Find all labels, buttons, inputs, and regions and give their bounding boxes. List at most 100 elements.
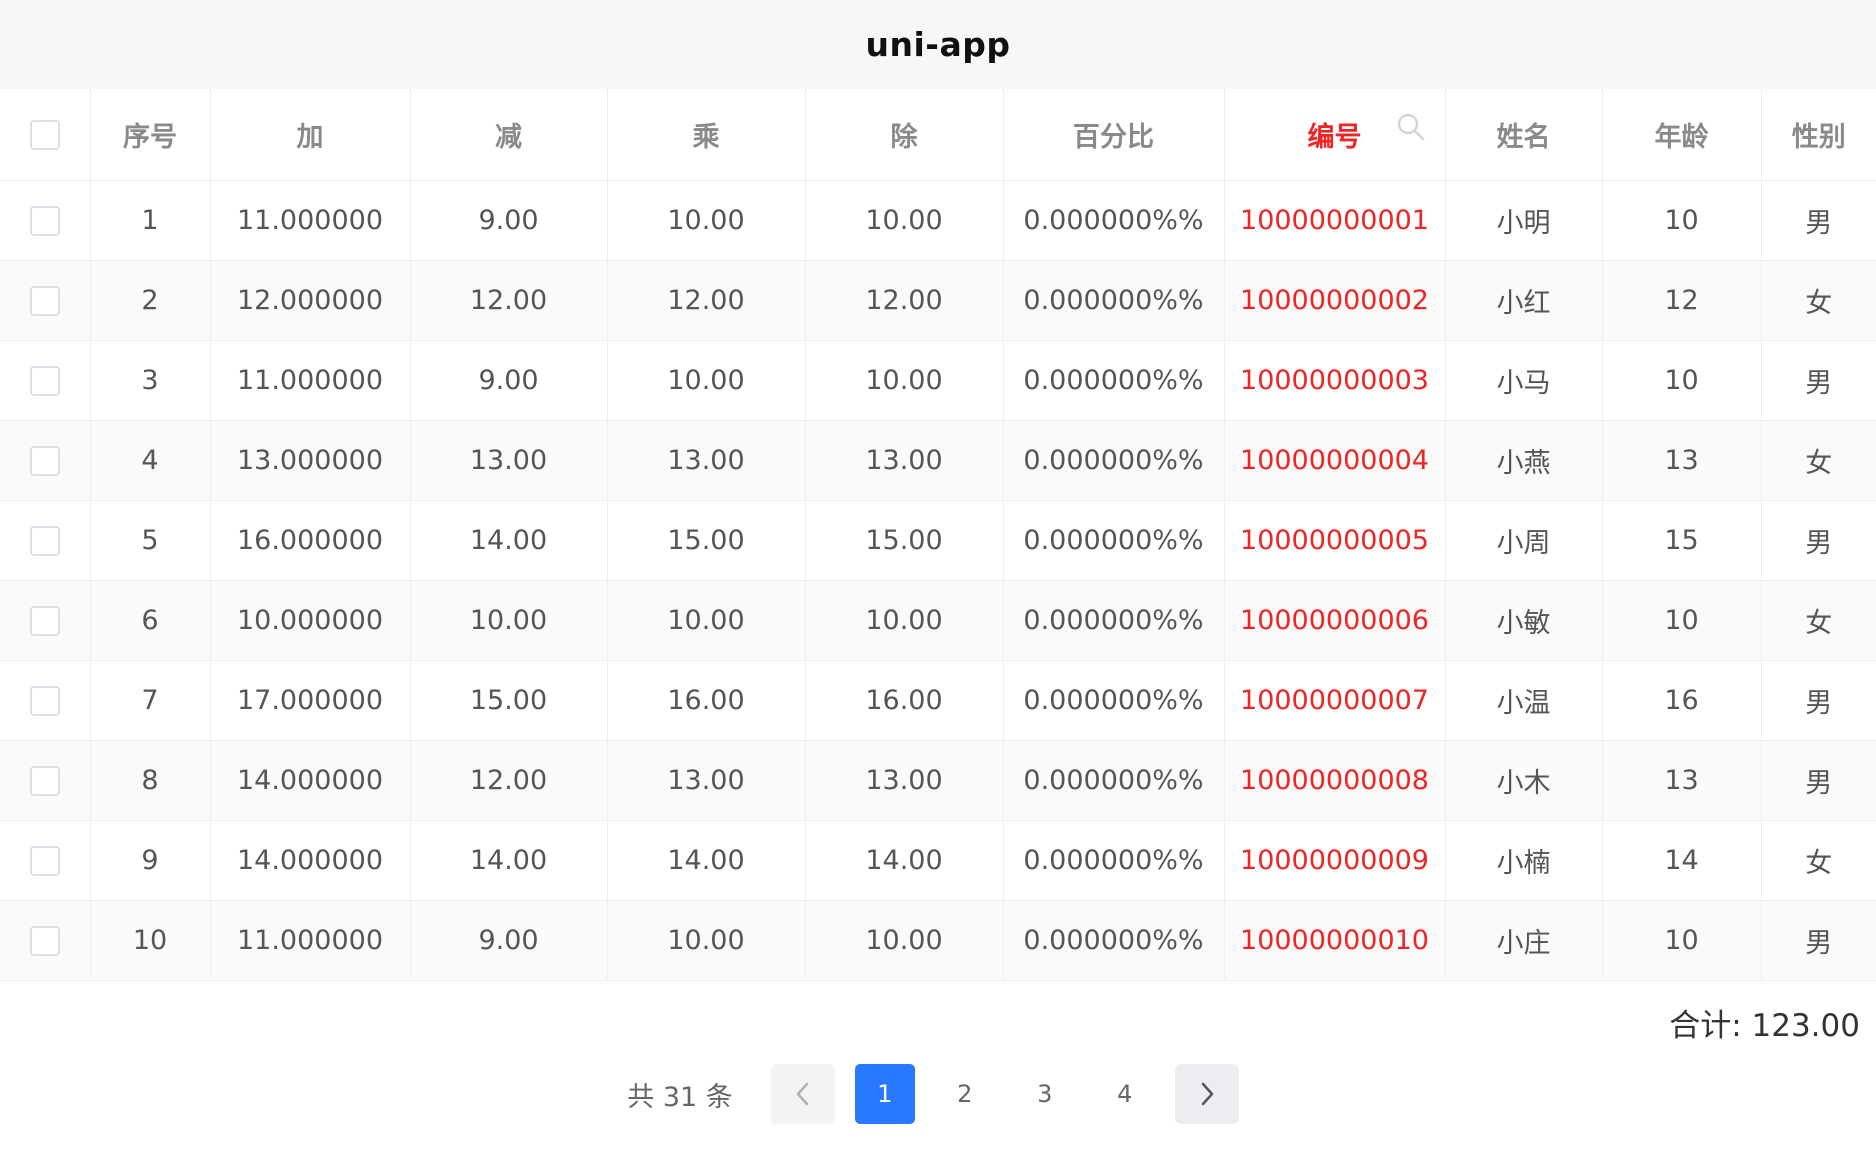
cell-index: 6 xyxy=(90,580,211,661)
search-icon[interactable] xyxy=(1395,111,1427,143)
table-row[interactable]: 6 10.000000 10.00 10.00 10.00 0.000000%% 10000… xyxy=(0,580,1876,661)
table-row[interactable]: 9 14.000000 14.00 14.00 14.00 0.000000%% 10000… xyxy=(0,820,1876,901)
row-checkbox[interactable] xyxy=(29,925,60,956)
cell-percent: 0.000000%% xyxy=(1003,740,1225,821)
page-button-1[interactable]: 1 xyxy=(854,1064,915,1124)
row-checkbox[interactable] xyxy=(29,365,60,396)
cell-add: 12.000000 xyxy=(210,260,411,341)
row-checkbox[interactable] xyxy=(29,205,60,236)
header-code: 编号 xyxy=(1224,89,1446,181)
cell-multiply: 16.00 xyxy=(607,660,806,741)
table-row[interactable]: 4 13.000000 13.00 13.00 13.00 0.000000%% 10000… xyxy=(0,420,1876,501)
page-button-3[interactable]: 3 xyxy=(1015,1064,1075,1124)
cell-add: 11.000000 xyxy=(210,900,411,981)
row-select-cell[interactable] xyxy=(0,500,91,581)
row-select-cell[interactable] xyxy=(0,340,91,421)
cell-index: 10 xyxy=(90,900,211,981)
row-checkbox[interactable] xyxy=(29,445,60,476)
navigation-bar: uni-app xyxy=(0,0,1876,89)
header-divide: 除 xyxy=(805,89,1004,181)
page-button-4[interactable]: 4 xyxy=(1095,1064,1155,1124)
row-select-cell[interactable] xyxy=(0,740,91,821)
cell-name: 小木 xyxy=(1445,740,1603,821)
row-checkbox[interactable] xyxy=(29,525,60,556)
cell-gender: 男 xyxy=(1761,500,1876,581)
table-row[interactable]: 3 11.000000 9.00 10.00 10.00 0.000000%% 100000… xyxy=(0,340,1876,421)
cell-index: 2 xyxy=(90,260,211,341)
cell-gender: 女 xyxy=(1761,260,1876,341)
cell-subtract: 14.00 xyxy=(410,820,608,901)
chevron-right-icon xyxy=(1201,1082,1214,1106)
row-checkbox[interactable] xyxy=(29,685,60,716)
cell-add: 16.000000 xyxy=(210,500,411,581)
cell-code: 10000000002 xyxy=(1224,260,1446,341)
row-checkbox[interactable] xyxy=(29,285,60,316)
cell-subtract: 14.00 xyxy=(410,500,608,581)
row-checkbox[interactable] xyxy=(29,605,60,636)
cell-age: 16 xyxy=(1602,660,1762,741)
cell-subtract: 12.00 xyxy=(410,740,608,821)
header-gender: 性别 xyxy=(1761,89,1876,181)
row-checkbox[interactable] xyxy=(29,765,60,796)
cell-divide: 10.00 xyxy=(805,180,1004,261)
cell-age: 13 xyxy=(1602,740,1762,821)
table-row[interactable]: 8 14.000000 12.00 13.00 13.00 0.000000%% 10000… xyxy=(0,740,1876,821)
cell-subtract: 9.00 xyxy=(410,900,608,981)
cell-multiply: 13.00 xyxy=(607,740,806,821)
cell-age: 10 xyxy=(1602,900,1762,981)
row-select-cell[interactable] xyxy=(0,660,91,741)
cell-multiply: 10.00 xyxy=(607,340,806,421)
cell-gender: 男 xyxy=(1761,740,1876,821)
row-select-cell[interactable] xyxy=(0,180,91,261)
table-row[interactable]: 1 11.000000 9.00 10.00 10.00 0.000000%% 100000… xyxy=(0,180,1876,261)
cell-percent: 0.000000%% xyxy=(1003,180,1225,261)
cell-index: 1 xyxy=(90,180,211,261)
cell-divide: 14.00 xyxy=(805,820,1004,901)
cell-divide: 15.00 xyxy=(805,500,1004,581)
table-row[interactable]: 5 16.000000 14.00 15.00 15.00 0.000000%% 10000… xyxy=(0,500,1876,581)
row-select-cell[interactable] xyxy=(0,420,91,501)
page-button-2[interactable]: 2 xyxy=(935,1064,995,1124)
cell-divide: 16.00 xyxy=(805,660,1004,741)
cell-percent: 0.000000%% xyxy=(1003,580,1225,661)
cell-multiply: 14.00 xyxy=(607,820,806,901)
cell-code: 10000000008 xyxy=(1224,740,1446,821)
header-name: 姓名 xyxy=(1445,89,1603,181)
cell-name: 小周 xyxy=(1445,500,1603,581)
cell-divide: 10.00 xyxy=(805,900,1004,981)
cell-add: 17.000000 xyxy=(210,660,411,741)
cell-multiply: 13.00 xyxy=(607,420,806,501)
cell-subtract: 12.00 xyxy=(410,260,608,341)
cell-gender: 男 xyxy=(1761,660,1876,741)
row-select-cell[interactable] xyxy=(0,900,91,981)
cell-add: 14.000000 xyxy=(210,740,411,821)
select-all-checkbox[interactable] xyxy=(29,120,60,150)
cell-divide: 10.00 xyxy=(805,340,1004,421)
table-row[interactable]: 10 11.000000 9.00 10.00 10.00 0.000000%% 10000… xyxy=(0,900,1876,981)
table-row[interactable]: 2 12.000000 12.00 12.00 12.00 0.000000%% 10000… xyxy=(0,260,1876,341)
row-checkbox[interactable] xyxy=(29,845,60,876)
header-age: 年龄 xyxy=(1602,89,1762,181)
cell-subtract: 13.00 xyxy=(410,420,608,501)
cell-multiply: 12.00 xyxy=(607,260,806,341)
cell-index: 7 xyxy=(90,660,211,741)
chevron-left-icon xyxy=(796,1082,809,1106)
next-page-button[interactable] xyxy=(1174,1064,1239,1124)
header-select-all-cell[interactable] xyxy=(0,89,91,181)
cell-divide: 10.00 xyxy=(805,580,1004,661)
cell-divide: 13.00 xyxy=(805,420,1004,501)
cell-code: 10000000004 xyxy=(1224,420,1446,501)
row-select-cell[interactable] xyxy=(0,820,91,901)
cell-divide: 12.00 xyxy=(805,260,1004,341)
table-row[interactable]: 7 17.000000 15.00 16.00 16.00 0.000000%% 10000… xyxy=(0,660,1876,741)
row-select-cell[interactable] xyxy=(0,260,91,341)
cell-age: 10 xyxy=(1602,340,1762,421)
cell-add: 11.000000 xyxy=(210,180,411,261)
table-header-row: 序号 加 减 乘 除 百分比 编号 姓名 年龄 性别 xyxy=(0,89,1876,181)
cell-code: 10000000009 xyxy=(1224,820,1446,901)
prev-page-button[interactable] xyxy=(770,1064,835,1124)
row-select-cell[interactable] xyxy=(0,580,91,661)
cell-gender: 男 xyxy=(1761,180,1876,261)
cell-gender: 男 xyxy=(1761,900,1876,981)
cell-age: 13 xyxy=(1602,420,1762,501)
